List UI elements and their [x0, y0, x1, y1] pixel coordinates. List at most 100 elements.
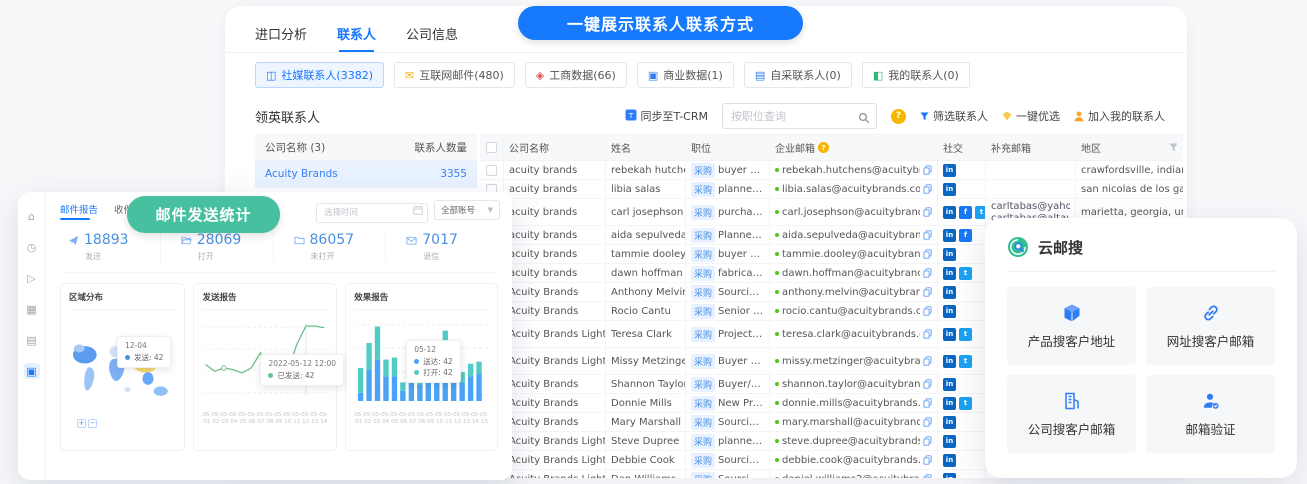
map-zoom-control[interactable]: +−: [77, 419, 97, 428]
link-search-card[interactable]: 网址搜客户邮箱: [1146, 287, 1275, 365]
facebook-icon[interactable]: f: [959, 206, 972, 219]
linkedin-icon[interactable]: in: [943, 183, 956, 196]
copy-icon[interactable]: [923, 184, 932, 194]
mail-tab-邮件报告[interactable]: 邮件报告: [60, 202, 98, 220]
x-label: 05-12: [453, 412, 462, 426]
twitter-icon[interactable]: t: [959, 267, 972, 280]
copy-icon[interactable]: [923, 268, 932, 278]
source-tab[interactable]: ◧我的联系人(0): [862, 62, 970, 88]
diamond-icon: [1002, 111, 1012, 121]
twitter-icon[interactable]: t: [975, 206, 986, 219]
linkedin-icon[interactable]: in: [943, 286, 956, 299]
email-help-icon[interactable]: ?: [818, 142, 829, 153]
linkedin-icon[interactable]: in: [943, 435, 956, 448]
valid-email-dot: [775, 252, 779, 256]
cell-title: 采购buyer at acuity bran: [686, 245, 770, 263]
source-tab[interactable]: ▤自采联系人(0): [744, 62, 852, 88]
copy-icon[interactable]: [923, 417, 932, 427]
stat-label: 打开: [198, 251, 273, 262]
linkedin-icon[interactable]: in: [943, 206, 956, 219]
facebook-icon[interactable]: f: [959, 229, 972, 242]
x-label: 05-07: [408, 412, 417, 426]
account-select[interactable]: 全部账号 ▼: [434, 200, 500, 220]
cell-title: 采购Sourcing Manager -: [686, 413, 770, 431]
linkedin-icon[interactable]: in: [943, 355, 956, 368]
person-verify-search-card[interactable]: 邮箱验证: [1146, 375, 1275, 453]
position-search-input[interactable]: [722, 103, 877, 129]
linkedin-icon[interactable]: in: [943, 397, 956, 410]
copy-icon[interactable]: [923, 379, 932, 389]
copy-icon[interactable]: [923, 249, 932, 259]
linkedin-icon[interactable]: in: [943, 378, 956, 391]
world-map[interactable]: [69, 314, 176, 432]
copy-icon[interactable]: [923, 329, 932, 339]
twitter-icon[interactable]: t: [959, 328, 972, 341]
filter-contacts-button[interactable]: 筛选联系人: [920, 108, 988, 124]
cell-company: acuity brands: [504, 264, 606, 282]
valid-email-dot: [775, 271, 779, 275]
x-label: 05-03: [372, 412, 381, 426]
title-text: buyer planner: [718, 165, 764, 176]
cell-email: daniel.williams2@acuitybrands.com: [770, 470, 938, 478]
source-tab[interactable]: ◫社媒联系人(3382): [255, 62, 384, 88]
cube-search-card[interactable]: 产品搜客户地址: [1007, 287, 1136, 365]
tab-进口分析[interactable]: 进口分析: [255, 18, 307, 50]
linkedin-icon[interactable]: in: [943, 248, 956, 261]
tab-公司信息[interactable]: 公司信息: [406, 18, 458, 50]
copy-icon[interactable]: [923, 455, 932, 465]
row-checkbox[interactable]: [486, 165, 497, 176]
linkedin-icon[interactable]: in: [943, 473, 956, 479]
tabs-divider: [225, 52, 1187, 53]
select-all-checkbox[interactable]: [486, 142, 497, 153]
copy-icon[interactable]: [923, 207, 932, 217]
source-tab[interactable]: ✉互联网邮件(480): [394, 62, 515, 88]
twitter-icon[interactable]: t: [959, 397, 972, 410]
linkedin-icon[interactable]: in: [943, 229, 956, 242]
history-icon[interactable]: ◷: [24, 239, 40, 255]
company-row[interactable]: Acuity Brands3355: [255, 161, 477, 188]
valid-email-dot: [775, 309, 779, 313]
help-icon[interactable]: ?: [891, 109, 906, 124]
linkedin-icon[interactable]: in: [943, 454, 956, 467]
send-report-card: 发送报告 05-0105-0205-0305-0405-0505-0605-07…: [193, 283, 337, 451]
linkedin-icon[interactable]: in: [943, 328, 956, 341]
one-key-optimize-button[interactable]: 一键优选: [1002, 108, 1060, 124]
briefcase-icon[interactable]: ▦: [24, 301, 40, 317]
linkedin-icon[interactable]: in: [943, 267, 956, 280]
company-search-card[interactable]: 公司搜客户邮箱: [1007, 375, 1136, 453]
sync-tcrm-button[interactable]: T 同步至T-CRM: [625, 108, 709, 124]
social-contacts-icon: ◫: [266, 70, 276, 81]
home-icon[interactable]: ⌂: [24, 208, 40, 224]
region-funnel-icon[interactable]: [1169, 143, 1178, 152]
report-icon[interactable]: ▤: [24, 332, 40, 348]
source-tab-label: 自采联系人(0): [770, 67, 841, 83]
copy-icon[interactable]: [923, 436, 932, 446]
copy-icon[interactable]: [923, 474, 932, 478]
search-icon[interactable]: [858, 109, 870, 128]
send-icon[interactable]: ▷: [24, 270, 40, 286]
linkedin-icon[interactable]: in: [943, 305, 956, 318]
source-tab[interactable]: ◈工商数据(66): [525, 62, 627, 88]
copy-icon[interactable]: [923, 287, 932, 297]
cell-email: donnie.mills@acuitybrands.com: [770, 394, 938, 412]
copy-icon[interactable]: [923, 356, 932, 366]
tab-联系人[interactable]: 联系人: [337, 18, 376, 50]
copy-icon[interactable]: [923, 165, 932, 175]
linkedin-icon[interactable]: in: [943, 416, 956, 429]
copy-icon[interactable]: [923, 398, 932, 408]
company-table-header: 公司名称 (3) 联系人数量: [255, 134, 477, 161]
twitter-icon[interactable]: t: [959, 355, 972, 368]
cell-email: carl.josephson@acuitybrands.com: [770, 199, 938, 225]
copy-icon[interactable]: [923, 230, 932, 240]
source-tab[interactable]: ▣商业数据(1): [637, 62, 734, 88]
cell-extra-email: [986, 180, 1076, 198]
stats-icon[interactable]: ▣: [24, 363, 40, 379]
col-region: 地区: [1076, 135, 1183, 160]
cell-title: 采购Buyer/Planner: [686, 375, 770, 393]
stat-top: 18893: [68, 232, 160, 248]
copy-icon[interactable]: [923, 306, 932, 316]
linkedin-icon[interactable]: in: [943, 164, 956, 177]
cell-email: missy.metzinger@acuitybrands.com: [770, 348, 938, 374]
add-to-my-contacts-button[interactable]: 加入我的联系人: [1074, 108, 1165, 124]
date-range-input[interactable]: [316, 203, 428, 223]
